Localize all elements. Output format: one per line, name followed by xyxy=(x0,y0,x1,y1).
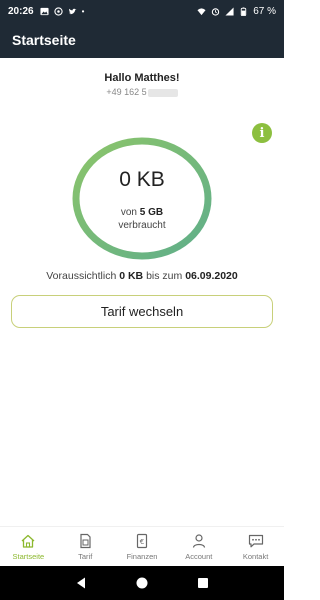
bottom-navigation: Startseite Tarif € Finanzen Account Kont… xyxy=(0,526,284,566)
nav-item-tarif[interactable]: Tarif xyxy=(57,527,114,566)
status-bar: 20:26 • 67 % xyxy=(0,0,284,22)
back-icon[interactable] xyxy=(74,576,88,590)
change-tariff-label: Tarif wechseln xyxy=(100,304,184,319)
data-limit: 5 GB xyxy=(139,207,164,218)
nav-item-kontakt[interactable]: Kontakt xyxy=(227,527,284,566)
svg-text:€: € xyxy=(140,538,144,546)
wifi-icon xyxy=(197,7,206,15)
change-tariff-button[interactable]: Tarif wechseln xyxy=(11,295,273,328)
battery-percentage: 67 % xyxy=(253,5,276,17)
forecast-date: 06.09.2020 xyxy=(185,270,238,282)
nav-label-kontakt: Kontakt xyxy=(242,552,269,561)
cellular-signal-icon xyxy=(225,6,234,16)
forecast-prefix: Voraussichtlich xyxy=(46,270,117,282)
sim-card-icon xyxy=(80,533,91,549)
forecast-middle: bis zum xyxy=(146,270,183,282)
person-icon xyxy=(192,534,205,548)
clock: 20:26 xyxy=(8,5,34,17)
nav-item-finanzen[interactable]: € Finanzen xyxy=(114,527,171,566)
usage-ring xyxy=(72,137,212,260)
data-usage-gauge: 0 KB von 5 GB verbraucht xyxy=(71,136,213,261)
page-title: Startseite xyxy=(12,32,76,48)
phone-number-text: +49 162 5 xyxy=(106,87,147,97)
phone-number: +49 162 5 xyxy=(0,87,284,97)
more-notifications-dot: • xyxy=(81,6,85,16)
system-indicators: 67 % xyxy=(197,6,276,17)
recent-apps-icon[interactable] xyxy=(196,576,210,590)
twitter-notification-icon xyxy=(68,8,77,14)
phone-number-redaction xyxy=(147,88,178,97)
chat-icon xyxy=(248,534,263,548)
alarm-icon xyxy=(212,7,220,16)
usage-forecast: Voraussichtlich 0 KB bis zum 06.09.2020 xyxy=(0,270,284,282)
limit-prefix: von xyxy=(120,207,137,218)
image-notification-icon xyxy=(40,7,49,15)
user-greeting: Hallo Matthes! xyxy=(104,72,180,84)
nav-item-account[interactable]: Account xyxy=(170,527,227,566)
used-data-value: 0 KB xyxy=(119,168,165,191)
whatsapp-notification-icon xyxy=(53,6,63,16)
data-limit-line: von 5 GB xyxy=(71,207,213,218)
used-label: verbraucht xyxy=(118,220,166,231)
nav-label-account: Account xyxy=(185,552,213,561)
nav-label-startseite: Startseite xyxy=(12,552,45,561)
euro-document-icon: € xyxy=(136,533,148,549)
home-button-icon[interactable] xyxy=(135,576,149,590)
system-navigation-bar xyxy=(0,566,284,600)
nav-item-startseite[interactable]: Startseite xyxy=(0,527,57,566)
home-icon xyxy=(21,534,35,548)
nav-label-finanzen: Finanzen xyxy=(126,552,158,561)
forecast-amount: 0 KB xyxy=(119,270,144,282)
info-icon[interactable]: i xyxy=(252,123,272,143)
nav-label-tarif: Tarif xyxy=(78,552,93,561)
battery-icon xyxy=(241,6,247,16)
notification-icons: • xyxy=(40,6,85,16)
app-bar: Startseite xyxy=(0,22,284,58)
